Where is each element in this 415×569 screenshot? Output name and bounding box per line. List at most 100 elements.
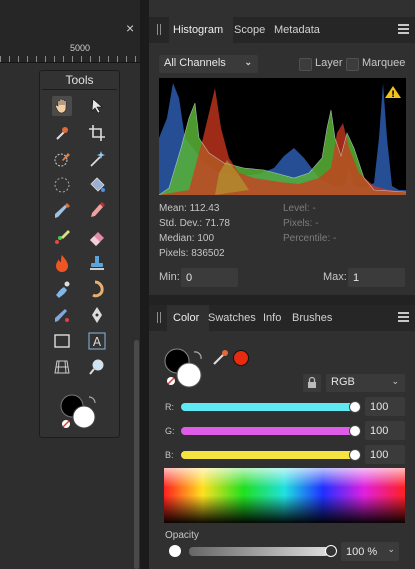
color-model-select[interactable]: RGB ⌄ [326,374,405,392]
color-spectrum[interactable] [164,468,405,523]
panel-divider[interactable] [149,295,415,305]
opacity-input[interactable] [341,542,385,561]
chevron-down-icon[interactable]: ⌄ [387,544,395,555]
liquify-tool-icon[interactable] [87,279,107,299]
horizontal-ruler: 5000 [0,40,140,63]
stat-std-dev: Std. Dev.: 71.78 [159,218,230,229]
svg-text:A: A [93,335,102,349]
pixel-tool-icon[interactable] [87,201,107,221]
flood-fill-tool-icon[interactable] [87,175,107,195]
stat-median: Median: 100 [159,233,215,244]
clipping-warning-icon: ! [385,86,401,100]
opacity-min-dot [169,545,181,557]
tab-info[interactable]: Info [263,305,281,331]
opacity-slider-knob[interactable] [325,545,337,557]
histogram-panel-tabbar: Histogram Scope Metadata [149,17,415,43]
g-field[interactable] [365,421,405,440]
text-tool-icon[interactable]: A [87,331,107,351]
color-picker-icon[interactable] [211,347,231,367]
magic-wand-tool-icon[interactable] [87,149,107,169]
b-input[interactable] [365,445,405,464]
ruler-ticks [0,56,140,62]
g-slider[interactable] [181,427,357,435]
min-field[interactable] [181,268,238,287]
g-input[interactable] [365,421,405,440]
clone-stamp-tool-icon[interactable] [87,253,107,273]
tab-brushes[interactable]: Brushes [292,305,332,331]
opacity-label: Opacity [165,530,199,541]
erase-brush-tool-icon[interactable] [87,227,107,247]
view-tool-icon[interactable] [52,96,72,116]
min-input[interactable] [181,268,238,287]
panel-grip-icon[interactable] [157,24,161,35]
marquee-checkbox-label: Marquee [362,57,406,69]
rectangle-tool-icon[interactable] [52,331,72,351]
vertical-scrollbar[interactable] [134,340,139,569]
r-slider[interactable] [181,403,357,411]
move-tool-icon[interactable] [87,96,107,116]
ruler-label: 5000 [70,43,91,53]
close-document-icon[interactable]: × [126,21,138,35]
zoom-tool-icon[interactable] [87,357,107,377]
stat-percentile: Percentile: - [283,233,337,244]
opacity-slider[interactable] [189,547,329,556]
panel-gutter [140,0,149,569]
inpainting-tool-icon[interactable] [52,305,72,325]
channel-select[interactable]: All Channels ⌄ [159,55,258,73]
picked-color-dot[interactable] [233,350,249,366]
max-field[interactable] [348,268,405,287]
stat-level: Level: - [283,203,316,214]
opacity-field[interactable]: ⌄ [341,542,399,561]
stat-mean: Mean: 112.43 [159,203,220,214]
b-field[interactable] [365,445,405,464]
tab-scope[interactable]: Scope [234,17,265,43]
r-slider-knob[interactable] [349,401,361,413]
stat-pixels-hover: Pixels: - [283,218,319,229]
g-slider-knob[interactable] [349,425,361,437]
chevron-down-icon: ⌄ [391,376,399,386]
tab-metadata[interactable]: Metadata [274,17,320,43]
color-model-value: RGB [331,376,355,388]
channel-select-value: All Channels [164,57,226,69]
marquee-tool-icon[interactable] [52,175,72,195]
lock-icon[interactable] [303,374,321,392]
mesh-warp-tool-icon[interactable] [52,357,72,377]
stat-pixels: Pixels: 836502 [159,248,225,259]
marquee-checkbox[interactable] [346,58,359,71]
color-picker-tool-icon[interactable] [52,123,72,143]
pen-tool-icon[interactable] [87,305,107,325]
paint-brush-tool-icon[interactable] [52,201,72,221]
max-label: Max: [323,271,347,283]
panel-menu-icon[interactable] [398,24,409,35]
color-panel-tabbar: Color Swatches Info Brushes [149,305,415,331]
crop-tool-icon[interactable] [87,123,107,143]
tools-panel: Tools A [39,70,120,438]
panel-grip-icon[interactable] [157,312,161,323]
g-label: G: [165,426,175,436]
color-fg-bg-swatches[interactable] [163,347,207,389]
selection-brush-tool-icon[interactable] [52,149,72,169]
b-slider[interactable] [181,451,357,459]
tools-panel-title: Tools [65,73,94,87]
svg-text:!: ! [391,90,395,100]
smudge-tool-icon[interactable] [52,279,72,299]
r-field[interactable] [365,397,405,416]
tools-title-divider [42,89,117,90]
layer-checkbox[interactable] [299,58,312,71]
color-replacement-tool-icon[interactable] [52,227,72,247]
chevron-down-icon: ⌄ [244,57,252,67]
panel-menu-icon[interactable] [398,312,409,323]
b-label: B: [165,450,174,460]
histogram-graph: ! [158,78,407,196]
r-label: R: [165,402,174,412]
canvas-header [0,0,140,40]
b-slider-knob[interactable] [349,449,361,461]
tab-color[interactable]: Color [167,305,209,331]
tab-histogram[interactable]: Histogram [169,17,233,43]
tab-swatches[interactable]: Swatches [208,305,256,331]
dodge-burn-tool-icon[interactable] [52,253,72,273]
max-input[interactable] [348,268,405,287]
r-input[interactable] [365,397,405,416]
fg-bg-color-swatches[interactable] [59,393,101,431]
histogram-plot: ! [158,83,407,196]
